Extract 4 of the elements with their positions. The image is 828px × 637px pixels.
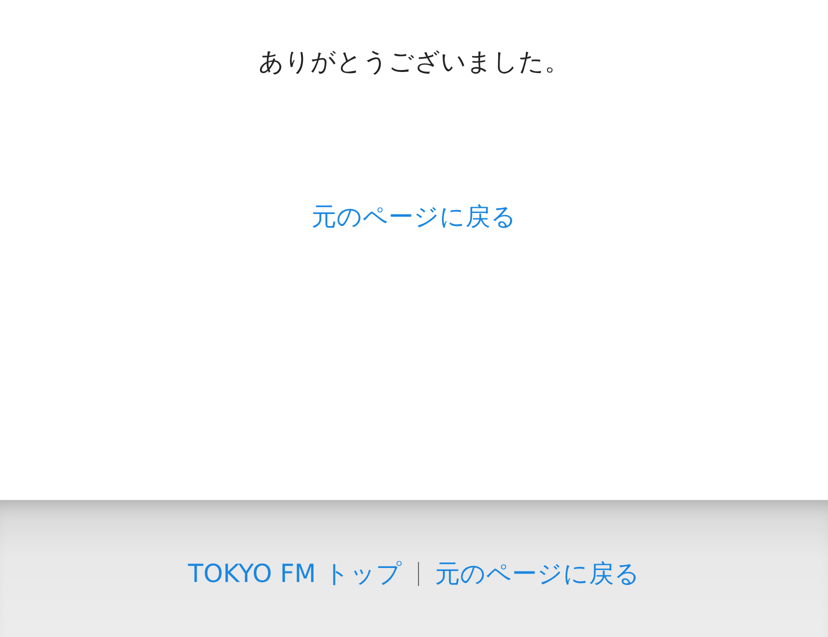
back-link[interactable]: 元のページに戻る: [312, 199, 516, 235]
thank-you-message: ありがとうございました。: [258, 46, 570, 78]
footer-link[interactable]: 元のページに戻る: [434, 556, 640, 592]
footer-link[interactable]: TOKYO FM トップ: [188, 556, 402, 592]
